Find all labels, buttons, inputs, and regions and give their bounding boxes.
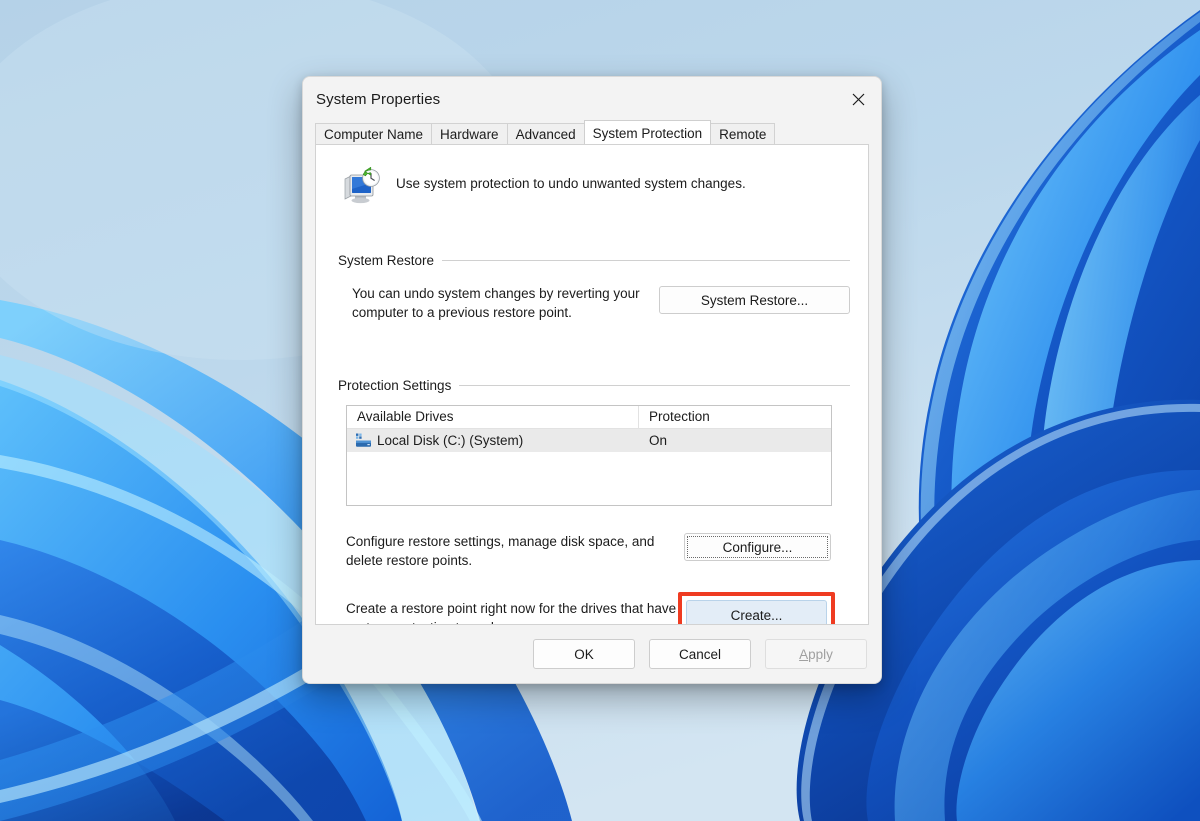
system-restore-button[interactable]: System Restore... [659,286,850,314]
system-properties-dialog: System Properties Computer Name Hardware… [302,76,882,684]
tab-computer-name[interactable]: Computer Name [315,123,433,144]
apply-button-label-rest: pply [808,646,833,662]
system-protection-icon [344,167,380,204]
system-restore-row: You can undo system changes by reverting… [352,284,850,322]
protection-header: Use system protection to undo unwanted s… [342,165,850,207]
group-divider [459,385,850,386]
configure-description: Configure restore settings, manage disk … [346,534,655,568]
create-button-wrapper: Create... [678,592,835,624]
dialog-footer: OK Cancel Apply [303,625,881,683]
group-divider [442,260,850,261]
drive-cell: Local Disk (C:) (System) [347,433,639,448]
desktop-background: System Properties Computer Name Hardware… [0,0,1200,821]
tab-remote[interactable]: Remote [710,123,776,144]
column-header-available-drives: Available Drives [347,406,639,428]
protection-header-text: Use system protection to undo unwanted s… [396,176,746,191]
apply-accel-letter: A [799,646,809,662]
apply-button: Apply [765,639,867,669]
tab-hardware[interactable]: Hardware [431,123,508,144]
available-drives-list[interactable]: Available Drives Protection Local Disk (… [346,405,832,506]
create-button[interactable]: Create... [686,600,827,624]
dialog-titlebar: System Properties [303,77,881,121]
group-label-system-restore: System Restore [338,253,435,268]
table-row[interactable]: Local Disk (C:) (System) On [347,429,831,452]
configure-row: Configure restore settings, manage disk … [346,532,850,570]
group-protection-settings: Protection Settings [338,378,850,393]
ok-button[interactable]: OK [533,639,635,669]
group-system-restore: System Restore [338,253,850,268]
system-restore-description: You can undo system changes by reverting… [352,286,640,320]
configure-button-label: Configure... [722,539,793,555]
configure-button[interactable]: Configure... [684,533,831,561]
close-icon [852,93,864,105]
create-description: Create a restore point right now for the… [346,601,677,624]
drives-table-header: Available Drives Protection [347,406,831,429]
create-row: Create a restore point right now for the… [346,592,850,624]
tab-advanced[interactable]: Advanced [506,123,585,144]
dialog-title: System Properties [316,90,441,108]
tab-content-system-protection: Use system protection to undo unwanted s… [315,144,869,625]
hard-drive-icon [356,433,371,447]
cancel-button[interactable]: Cancel [649,639,751,669]
tab-system-protection[interactable]: System Protection [583,120,712,144]
tab-bar: Computer Name Hardware Advanced System P… [303,120,881,144]
close-button[interactable] [835,77,881,121]
protection-status: On [649,433,668,448]
group-label-protection-settings: Protection Settings [338,378,452,393]
drive-name: Local Disk (C:) (System) [377,433,524,448]
column-header-protection: Protection [649,409,710,424]
